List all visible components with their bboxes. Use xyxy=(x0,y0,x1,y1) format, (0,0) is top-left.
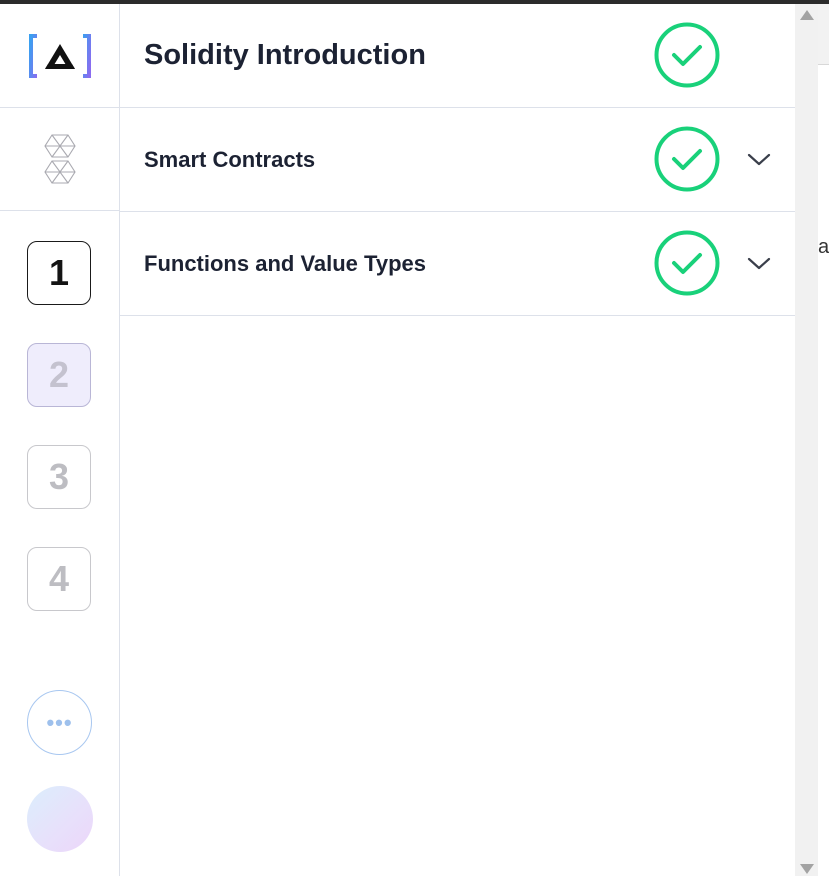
background-header-edge xyxy=(818,4,829,65)
check-circle-icon xyxy=(654,126,720,192)
background-text-fragment: a xyxy=(818,236,829,258)
course-outline: Solidity Introduction Smart Contracts Fu… xyxy=(120,4,795,316)
course-title: Solidity Introduction xyxy=(144,39,426,71)
chevron-down-icon[interactable] xyxy=(746,152,772,168)
check-circle-icon xyxy=(654,230,720,296)
scroll-up-arrow-icon[interactable] xyxy=(800,10,814,20)
section-row-functions-value-types[interactable]: Functions and Value Types xyxy=(120,212,795,316)
course-panel: 1 2 3 4 ••• Solidity Introduction Smart … xyxy=(0,4,795,876)
logo-cell xyxy=(0,4,119,108)
step-1-button[interactable]: 1 xyxy=(27,241,91,305)
step-2-button[interactable]: 2 xyxy=(27,343,91,407)
user-avatar[interactable] xyxy=(27,786,93,852)
module-icon-cell xyxy=(0,108,119,211)
ellipsis-icon: ••• xyxy=(46,709,73,735)
step-2-label: 2 xyxy=(48,354,70,395)
course-header: Solidity Introduction xyxy=(120,4,795,108)
left-rail: 1 2 3 4 ••• xyxy=(0,4,120,876)
step-3-label: 3 xyxy=(48,456,70,497)
step-4-button[interactable]: 4 xyxy=(27,547,91,611)
hexagon-triangles-icon xyxy=(43,134,76,184)
section-title: Smart Contracts xyxy=(144,146,316,172)
background-page-edge xyxy=(818,4,829,876)
step-3-button[interactable]: 3 xyxy=(27,445,91,509)
step-1-label: 1 xyxy=(48,252,70,293)
check-circle-icon xyxy=(654,22,720,88)
step-4-label: 4 xyxy=(48,558,70,599)
section-row-smart-contracts[interactable]: Smart Contracts xyxy=(120,108,795,212)
chevron-down-icon[interactable] xyxy=(746,256,772,272)
more-options-button[interactable]: ••• xyxy=(27,690,92,755)
alchemy-logo-icon[interactable] xyxy=(28,33,92,79)
scroll-down-arrow-icon[interactable] xyxy=(800,864,814,874)
vertical-scrollbar[interactable] xyxy=(795,4,818,876)
section-title: Functions and Value Types xyxy=(144,250,426,276)
